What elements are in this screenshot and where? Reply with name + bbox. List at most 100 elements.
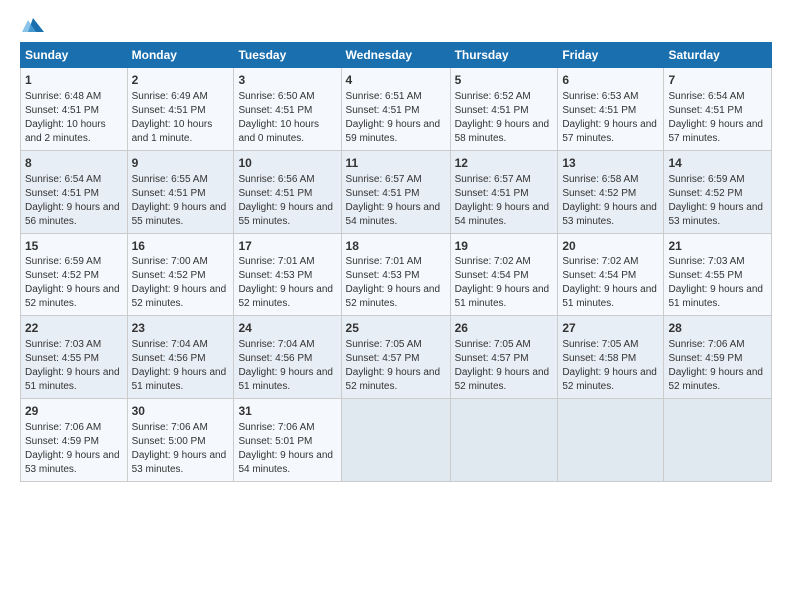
sunset: Sunset: 4:58 PM — [562, 353, 636, 364]
sunset: Sunset: 4:51 PM — [238, 105, 312, 116]
day-number: 1 — [25, 72, 123, 89]
calendar-cell: 5Sunrise: 6:52 AMSunset: 4:51 PMDaylight… — [450, 68, 558, 151]
sunrise: Sunrise: 6:50 AM — [238, 91, 314, 102]
sunrise: Sunrise: 7:06 AM — [132, 422, 208, 433]
daylight: Daylight: 9 hours and 53 minutes. — [25, 450, 120, 475]
sunset: Sunset: 4:54 PM — [562, 270, 636, 281]
day-number: 13 — [562, 155, 659, 172]
daylight: Daylight: 9 hours and 56 minutes. — [25, 202, 120, 227]
header-day-tuesday: Tuesday — [234, 43, 341, 68]
daylight: Daylight: 9 hours and 53 minutes. — [562, 202, 657, 227]
calendar-cell: 7 Sunrise: 6:54 AM Sunset: 4:51 PM Daylight… — [664, 68, 772, 151]
daylight: Daylight: 9 hours and 54 minutes. — [455, 202, 550, 227]
calendar-cell: 9Sunrise: 6:55 AMSunset: 4:51 PMDaylight… — [127, 150, 234, 233]
calendar-cell: 10Sunrise: 6:56 AMSunset: 4:51 PMDayligh… — [234, 150, 341, 233]
daylight: Daylight: 9 hours and 51 minutes. — [455, 284, 550, 309]
day-number: 7 — [668, 72, 767, 89]
daylight: Daylight: 9 hours and 55 minutes. — [238, 202, 333, 227]
day-number: 29 — [25, 403, 123, 420]
calendar-cell — [450, 399, 558, 482]
calendar-cell: 3 Sunrise: 6:50 AM Sunset: 4:51 PM Daylight… — [234, 68, 341, 151]
daylight: Daylight: 10 hours and 1 minute. — [132, 119, 213, 144]
header-day-sunday: Sunday — [21, 43, 128, 68]
sunrise: Sunrise: 7:03 AM — [25, 339, 101, 350]
sunset: Sunset: 4:51 PM — [238, 188, 312, 199]
header-row: SundayMondayTuesdayWednesdayThursdayFrid… — [21, 43, 772, 68]
week-row-1: 1 Sunrise: 6:48 AM Sunset: 4:51 PM Daylight… — [21, 68, 772, 151]
daylight: Daylight: 10 hours and 2 minutes. — [25, 119, 106, 144]
header-day-thursday: Thursday — [450, 43, 558, 68]
daylight: Daylight: 10 hours and 0 minutes. — [238, 119, 319, 144]
sunrise: Sunrise: 6:53 AM — [562, 91, 638, 102]
day-number: 31 — [238, 403, 336, 420]
day-number: 11 — [346, 155, 446, 172]
sunset: Sunset: 4:57 PM — [455, 353, 529, 364]
sunrise: Sunrise: 7:06 AM — [668, 339, 744, 350]
sunset: Sunset: 4:57 PM — [346, 353, 420, 364]
calendar-cell: 26Sunrise: 7:05 AMSunset: 4:57 PMDayligh… — [450, 316, 558, 399]
header-day-saturday: Saturday — [664, 43, 772, 68]
sunset: Sunset: 4:51 PM — [132, 105, 206, 116]
sunrise: Sunrise: 6:57 AM — [455, 174, 531, 185]
day-number: 17 — [238, 238, 336, 255]
daylight: Daylight: 9 hours and 57 minutes. — [668, 119, 763, 144]
day-number: 3 — [238, 72, 336, 89]
header-day-wednesday: Wednesday — [341, 43, 450, 68]
daylight: Daylight: 9 hours and 51 minutes. — [668, 284, 763, 309]
day-number: 10 — [238, 155, 336, 172]
calendar-cell: 17Sunrise: 7:01 AMSunset: 4:53 PMDayligh… — [234, 233, 341, 316]
sunrise: Sunrise: 7:06 AM — [238, 422, 314, 433]
daylight: Daylight: 9 hours and 55 minutes. — [132, 202, 227, 227]
calendar-cell: 12Sunrise: 6:57 AMSunset: 4:51 PMDayligh… — [450, 150, 558, 233]
daylight: Daylight: 9 hours and 51 minutes. — [25, 367, 120, 392]
sunrise: Sunrise: 6:49 AM — [132, 91, 208, 102]
logo — [20, 16, 44, 34]
sunrise: Sunrise: 7:02 AM — [455, 256, 531, 267]
sunset: Sunset: 4:52 PM — [25, 270, 99, 281]
calendar-cell: 18Sunrise: 7:01 AMSunset: 4:53 PMDayligh… — [341, 233, 450, 316]
day-number: 24 — [238, 320, 336, 337]
calendar-cell: 29Sunrise: 7:06 AMSunset: 4:59 PMDayligh… — [21, 399, 128, 482]
daylight: Daylight: 9 hours and 52 minutes. — [455, 367, 550, 392]
sunrise: Sunrise: 6:59 AM — [25, 256, 101, 267]
daylight: Daylight: 9 hours and 57 minutes. — [562, 119, 657, 144]
header-day-monday: Monday — [127, 43, 234, 68]
sunset: Sunset: 4:51 PM — [668, 105, 742, 116]
sunrise: Sunrise: 7:06 AM — [25, 422, 101, 433]
sunrise: Sunrise: 6:51 AM — [346, 91, 422, 102]
calendar-cell: 25Sunrise: 7:05 AMSunset: 4:57 PMDayligh… — [341, 316, 450, 399]
day-number: 14 — [668, 155, 767, 172]
sunset: Sunset: 4:51 PM — [346, 105, 420, 116]
sunrise: Sunrise: 7:05 AM — [562, 339, 638, 350]
sunset: Sunset: 4:51 PM — [455, 105, 529, 116]
page: SundayMondayTuesdayWednesdayThursdayFrid… — [0, 0, 792, 492]
sunset: Sunset: 4:51 PM — [25, 105, 99, 116]
daylight: Daylight: 9 hours and 52 minutes. — [346, 284, 441, 309]
calendar-cell: 13Sunrise: 6:58 AMSunset: 4:52 PMDayligh… — [558, 150, 664, 233]
sunset: Sunset: 4:54 PM — [455, 270, 529, 281]
day-number: 27 — [562, 320, 659, 337]
day-number: 19 — [455, 238, 554, 255]
day-number: 30 — [132, 403, 230, 420]
sunrise: Sunrise: 6:48 AM — [25, 91, 101, 102]
daylight: Daylight: 9 hours and 52 minutes. — [562, 367, 657, 392]
sunrise: Sunrise: 7:00 AM — [132, 256, 208, 267]
sunrise: Sunrise: 6:54 AM — [668, 91, 744, 102]
day-number: 21 — [668, 238, 767, 255]
sunset: Sunset: 4:55 PM — [25, 353, 99, 364]
sunset: Sunset: 4:55 PM — [668, 270, 742, 281]
sunrise: Sunrise: 7:04 AM — [238, 339, 314, 350]
day-number: 26 — [455, 320, 554, 337]
daylight: Daylight: 9 hours and 51 minutes. — [562, 284, 657, 309]
day-number: 9 — [132, 155, 230, 172]
day-number: 15 — [25, 238, 123, 255]
logo-icon — [22, 16, 44, 34]
daylight: Daylight: 9 hours and 52 minutes. — [132, 284, 227, 309]
sunset: Sunset: 4:51 PM — [132, 188, 206, 199]
calendar-table: SundayMondayTuesdayWednesdayThursdayFrid… — [20, 42, 772, 482]
sunrise: Sunrise: 6:57 AM — [346, 174, 422, 185]
sunrise: Sunrise: 7:02 AM — [562, 256, 638, 267]
daylight: Daylight: 9 hours and 52 minutes. — [668, 367, 763, 392]
sunset: Sunset: 4:56 PM — [132, 353, 206, 364]
calendar-cell: 31Sunrise: 7:06 AMSunset: 5:01 PMDayligh… — [234, 399, 341, 482]
